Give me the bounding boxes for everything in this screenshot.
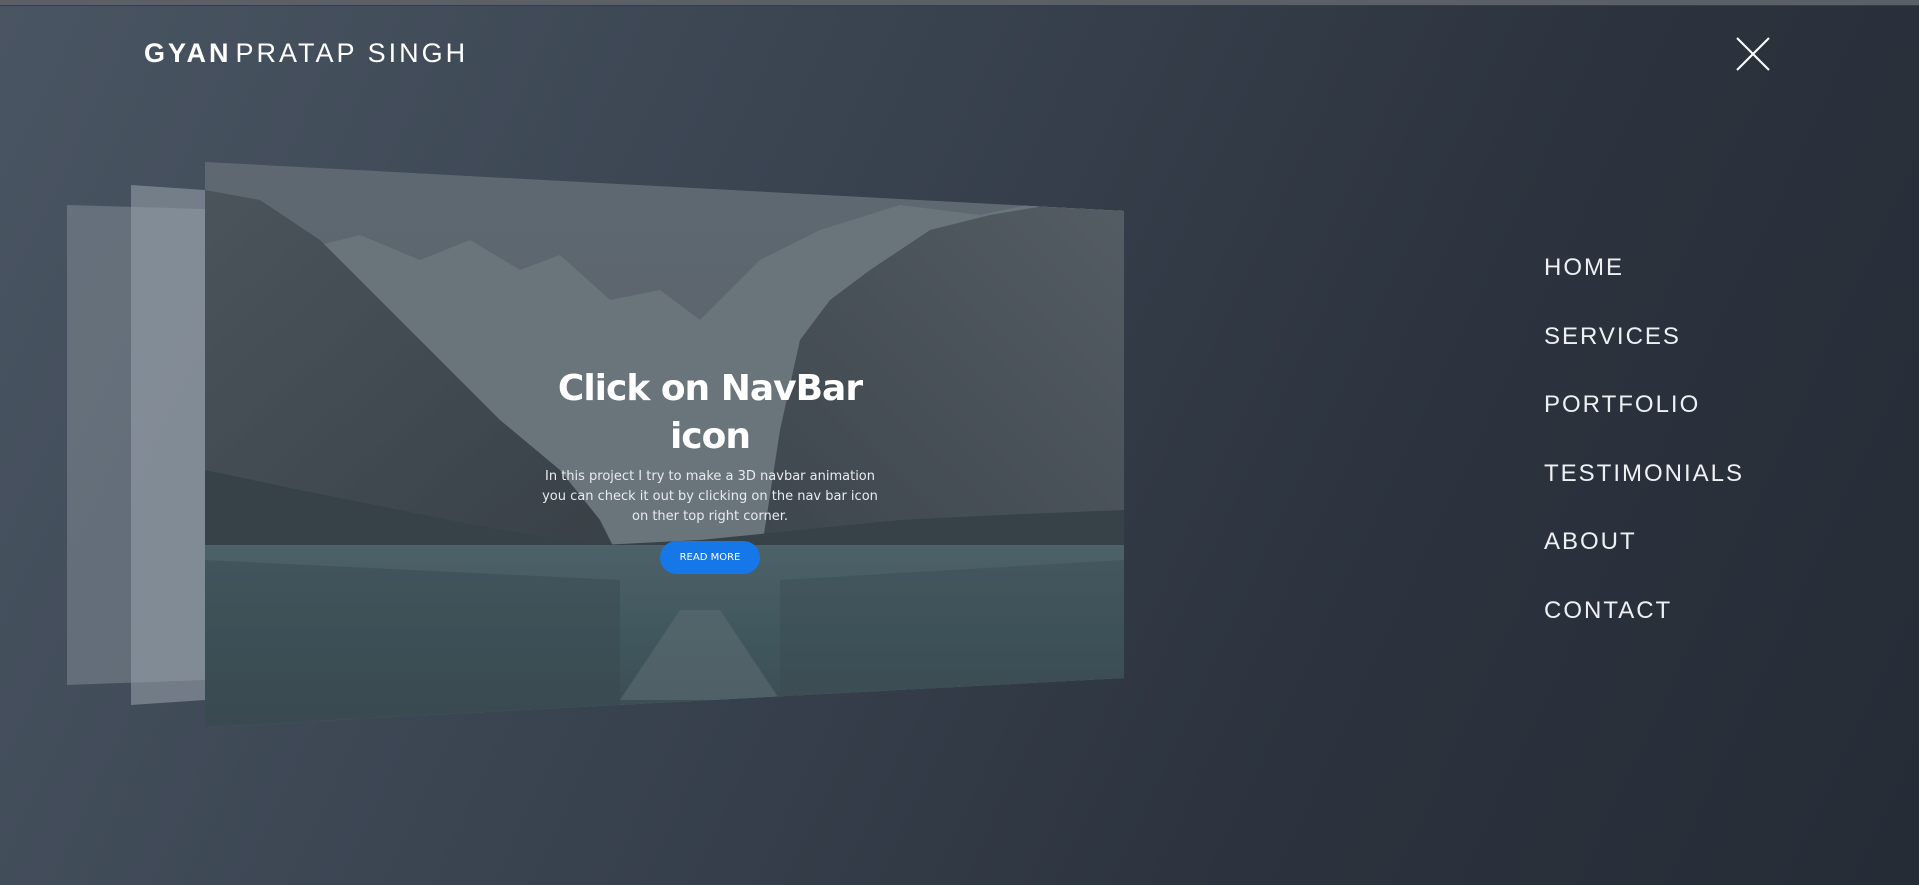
- back-page-layer-1: [131, 185, 205, 705]
- nav-item-portfolio[interactable]: PORTFOLIO: [1544, 391, 1744, 460]
- nav-item-contact[interactable]: CONTACT: [1544, 597, 1744, 666]
- nav-item-home[interactable]: HOME: [1544, 254, 1744, 323]
- nav-item-testimonials[interactable]: TESTIMONIALS: [1544, 460, 1744, 529]
- read-more-button[interactable]: READ MORE: [659, 541, 761, 574]
- nav-item-about[interactable]: ABOUT: [1544, 528, 1744, 597]
- hero-title: Click on NavBar icon: [557, 368, 863, 457]
- nav-item-services[interactable]: SERVICES: [1544, 323, 1744, 392]
- hero-description: In this project I try to make a 3D navba…: [542, 469, 878, 524]
- hero-content: Click on NavBar icon In this project I t…: [520, 365, 900, 574]
- main-navigation: HOME SERVICES PORTFOLIO TESTIMONIALS ABO…: [1544, 254, 1744, 665]
